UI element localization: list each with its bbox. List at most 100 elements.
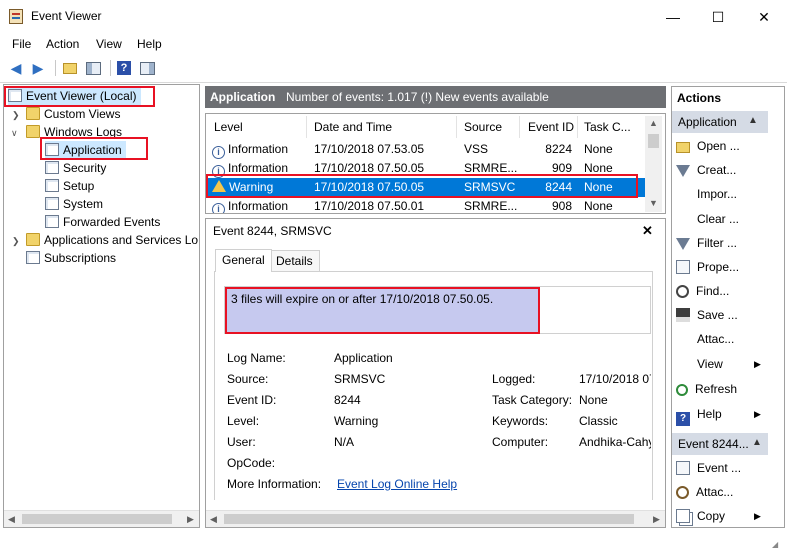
scroll-thumb[interactable]	[22, 514, 172, 524]
tree-item-applications-and-services[interactable]: Applications and Services Lo	[26, 231, 198, 249]
log-header-title: Application	[210, 90, 276, 104]
action-copy[interactable]: Copy	[676, 505, 725, 527]
column-header-event-id[interactable]: Event ID	[528, 120, 574, 134]
table-row[interactable]: i Information 17/10/2018 07.50.01 SRMRE..…	[206, 197, 646, 213]
tree-item-security[interactable]: Security	[45, 159, 106, 177]
value-source: SRMSVC	[334, 372, 386, 386]
submenu-arrow-icon: ▶	[754, 359, 761, 369]
action-open[interactable]: Open ...	[676, 135, 740, 157]
highlight-warning-row	[206, 174, 638, 198]
scroll-right-icon[interactable]: ▶	[653, 514, 660, 525]
open-folder-icon	[676, 142, 690, 153]
tree-label: Setup	[63, 179, 95, 193]
column-header-level[interactable]: Level	[214, 120, 243, 134]
action-find[interactable]: Find...	[676, 280, 729, 302]
folder-icon	[26, 233, 40, 246]
chevron-down-icon[interactable]: ∨	[11, 128, 18, 139]
cell-level: Information	[228, 161, 289, 175]
show-hide-tree-icon[interactable]	[83, 58, 103, 78]
column-header-date[interactable]: Date and Time	[314, 120, 392, 134]
action-import[interactable]: Impor...	[676, 183, 737, 205]
action-properties[interactable]: Prope...	[676, 256, 739, 278]
cell-event-id: 909	[551, 161, 572, 175]
scroll-down-icon[interactable]: ▼	[649, 198, 658, 208]
tree-item-forwarded-events[interactable]: Forwarded Events	[45, 213, 160, 231]
label-source: Source:	[227, 372, 269, 386]
action-refresh[interactable]: Refresh	[676, 378, 737, 400]
binoculars-icon	[676, 285, 689, 298]
properties-icon	[676, 260, 690, 274]
section-label: Application	[678, 115, 737, 129]
menu-view[interactable]: View	[96, 37, 122, 51]
resize-grip-icon[interactable]: ◢	[772, 540, 778, 549]
tree-horizontal-scrollbar[interactable]: ◀ ▶	[4, 510, 199, 527]
back-arrow-icon[interactable]: ◀	[6, 58, 26, 78]
value-level: Warning	[334, 414, 379, 428]
event-log-online-help-link[interactable]: Event Log Online Help	[337, 477, 457, 491]
cell-task: None	[584, 161, 613, 175]
scroll-thumb[interactable]	[224, 514, 634, 524]
submenu-arrow-icon: ▶	[754, 409, 761, 419]
tree-item-subscriptions[interactable]: Subscriptions	[26, 249, 116, 267]
menu-file[interactable]: File	[12, 37, 31, 51]
tree-item-setup[interactable]: Setup	[45, 177, 94, 195]
tree-label: Forwarded Events	[63, 215, 161, 229]
up-folder-icon[interactable]	[60, 58, 80, 78]
scroll-thumb[interactable]	[648, 134, 659, 148]
menu-help[interactable]: Help	[137, 37, 162, 51]
action-label: Help	[697, 407, 722, 421]
minimize-button[interactable]: —	[650, 0, 696, 34]
label-user: User:	[227, 435, 256, 449]
scroll-right-icon[interactable]: ▶	[187, 514, 194, 525]
detail-close-icon[interactable]: ✕	[642, 223, 653, 239]
tree-label: Subscriptions	[44, 251, 117, 265]
action-attach-task-event[interactable]: Attac...	[676, 481, 733, 503]
cell-event-id: 908	[551, 199, 572, 213]
action-view[interactable]: View	[676, 353, 723, 375]
cell-level: Information	[228, 142, 289, 156]
forward-arrow-icon[interactable]: ▶	[28, 58, 48, 78]
action-event-properties[interactable]: Event ...	[676, 457, 741, 479]
tab-details[interactable]: Details	[269, 250, 320, 272]
actions-title: Actions	[677, 91, 722, 105]
scroll-left-icon[interactable]: ◀	[210, 514, 217, 525]
value-user: N/A	[334, 435, 355, 449]
collapse-up-icon[interactable]: ▲	[748, 115, 758, 126]
cell-task: None	[584, 142, 613, 156]
event-list-vertical-scrollbar[interactable]: ▲ ▼	[645, 116, 662, 212]
action-label: Prope...	[697, 260, 740, 274]
show-action-pane-icon[interactable]	[137, 58, 157, 78]
maximize-button[interactable]: ☐	[695, 0, 741, 34]
help-icon[interactable]: ?	[114, 58, 134, 78]
scroll-up-icon[interactable]: ▲	[649, 118, 658, 128]
table-row[interactable]: i Information 17/10/2018 07.53.05 VSS 822…	[206, 140, 646, 159]
menu-action[interactable]: Action	[46, 37, 79, 51]
collapse-up-icon[interactable]: ▲	[752, 437, 762, 448]
detail-horizontal-scrollbar[interactable]: ◀ ▶	[206, 510, 665, 527]
tree-item-system[interactable]: System	[45, 195, 103, 213]
column-header-source[interactable]: Source	[464, 120, 502, 134]
event-properties-icon	[676, 461, 690, 475]
import-icon	[676, 187, 690, 201]
chevron-right-icon[interactable]: ❯	[12, 236, 20, 247]
chevron-right-icon[interactable]: ❯	[12, 110, 20, 121]
action-attach-task[interactable]: Attac...	[676, 328, 734, 350]
action-save[interactable]: Save ...	[676, 304, 738, 326]
cell-source: SRMRE...	[464, 199, 518, 213]
tree-item-custom-views[interactable]: Custom Views	[26, 105, 120, 123]
clear-icon	[676, 212, 690, 226]
column-header-task[interactable]: Task C...	[584, 120, 631, 134]
scroll-left-icon[interactable]: ◀	[8, 514, 15, 525]
help-icon: ?	[676, 412, 690, 426]
value-event-id: 8244	[334, 393, 361, 407]
action-filter[interactable]: Filter ...	[676, 232, 737, 254]
close-button[interactable]: ✕	[741, 0, 787, 34]
folder-icon	[26, 107, 40, 120]
column-divider	[456, 116, 457, 138]
cell-level: Information	[228, 199, 289, 213]
action-clear[interactable]: Clear ...	[676, 208, 739, 230]
tab-general[interactable]: General	[215, 249, 272, 272]
filter-icon	[676, 165, 690, 177]
action-create[interactable]: Creat...	[676, 159, 736, 181]
action-help[interactable]: ? Help	[676, 403, 722, 426]
